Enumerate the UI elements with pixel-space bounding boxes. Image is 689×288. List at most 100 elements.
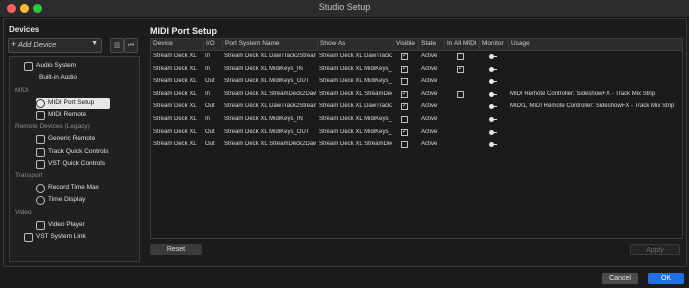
port-name-cell[interactable]: Stream Deck XL StreamDeck2DawTra bbox=[224, 141, 316, 147]
table-row[interactable]: Stream Deck XL In Stream Deck XL StreamDec… bbox=[151, 89, 682, 102]
monitor-icon[interactable] bbox=[489, 129, 497, 135]
column-header[interactable]: Visible bbox=[393, 40, 415, 50]
device-cell[interactable]: Stream Deck XL bbox=[153, 141, 203, 147]
column-header[interactable]: State bbox=[418, 40, 436, 50]
column-header[interactable]: Monitor bbox=[479, 40, 504, 50]
table-row[interactable]: Stream Deck XL In Stream Deck XL DawTrack2… bbox=[151, 51, 682, 64]
port-name-cell[interactable]: Stream Deck XL MidiKeys_IN bbox=[224, 66, 316, 72]
visible-checkbox[interactable]: ✓ bbox=[401, 53, 408, 60]
monitor-icon[interactable] bbox=[489, 142, 497, 148]
device-cell[interactable]: Stream Deck XL bbox=[153, 103, 203, 109]
monitor-icon[interactable] bbox=[489, 104, 497, 110]
io-cell[interactable]: In bbox=[205, 66, 221, 72]
tree-item[interactable]: Audio System bbox=[24, 61, 98, 72]
port-name-cell[interactable]: Stream Deck XL StreamDeck2DawTra bbox=[224, 91, 316, 97]
monitor-icon[interactable] bbox=[489, 79, 497, 85]
show-as-cell[interactable]: Stream Deck XL MidiKeys_OU bbox=[319, 129, 392, 135]
table-row[interactable]: Stream Deck XL Out Stream Deck XL StreamDe… bbox=[151, 139, 682, 152]
show-as-cell[interactable]: Stream Deck XL MidiKeys_IN bbox=[319, 116, 392, 122]
tree-item[interactable]: Built-in Audio bbox=[36, 73, 110, 84]
state-cell[interactable]: Active bbox=[421, 103, 443, 109]
apply-button[interactable]: Apply bbox=[630, 244, 680, 255]
port-name-cell[interactable]: Stream Deck XL DawTrack2StreamDe bbox=[224, 103, 316, 109]
visible-checkbox[interactable]: ✓ bbox=[401, 65, 408, 73]
monitor-icon[interactable] bbox=[489, 117, 497, 122]
trash-icon: ▥ bbox=[113, 42, 121, 49]
tree-item[interactable]: Generic Remote bbox=[36, 134, 110, 145]
show-as-cell[interactable]: Stream Deck XL StreamDeck bbox=[319, 91, 392, 97]
in-all-midi-checkbox[interactable] bbox=[457, 90, 464, 98]
port-name-cell[interactable]: Stream Deck XL MidiKeys_OUT bbox=[224, 129, 316, 135]
visible-checkbox[interactable] bbox=[401, 141, 408, 149]
show-as-cell[interactable]: Stream Deck XL StreamDeck bbox=[319, 141, 392, 147]
column-header[interactable]: Device bbox=[151, 40, 173, 50]
table-row[interactable]: Stream Deck XL Out Stream Deck XL MidiKeys… bbox=[151, 127, 682, 140]
table-row[interactable]: Stream Deck XL In Stream Deck XL MidiKeys_… bbox=[151, 114, 682, 127]
device-cell[interactable]: Stream Deck XL bbox=[153, 129, 203, 135]
remove-device-button[interactable]: ▥ bbox=[110, 38, 124, 53]
monitor-icon[interactable] bbox=[489, 54, 497, 59]
tree-item[interactable]: Video Player bbox=[36, 220, 110, 231]
ok-button[interactable]: OK bbox=[648, 273, 684, 284]
show-as-cell[interactable]: Stream Deck XL DawTrack2S bbox=[319, 103, 392, 109]
device-cell[interactable]: Stream Deck XL bbox=[153, 78, 203, 84]
state-cell[interactable]: Active bbox=[421, 66, 443, 72]
io-cell[interactable]: In bbox=[205, 91, 221, 97]
in-all-midi-checkbox[interactable] bbox=[457, 53, 464, 60]
tree-item[interactable]: MIDI Port Setup bbox=[36, 97, 110, 109]
monitor-icon[interactable] bbox=[489, 91, 497, 97]
devices-sidebar: Devices + Add Device ▼ ▥ ⏮ Audio System B… bbox=[4, 19, 143, 264]
cancel-button[interactable]: Cancel bbox=[602, 273, 638, 284]
visible-checkbox[interactable]: ✓ bbox=[401, 103, 408, 111]
tree-item[interactable]: VST System Link bbox=[24, 232, 98, 243]
io-cell[interactable]: Out bbox=[205, 129, 221, 135]
state-cell[interactable]: Active bbox=[421, 141, 443, 147]
port-name-cell[interactable]: Stream Deck XL MidiKeys_IN bbox=[224, 116, 316, 122]
device-tree: Audio System Built-in Audio MIDI MIDI Port … bbox=[9, 56, 140, 262]
state-cell[interactable]: Active bbox=[421, 91, 443, 97]
column-header[interactable]: In All MIDI bbox=[444, 40, 477, 50]
device-cell[interactable]: Stream Deck XL bbox=[153, 116, 203, 122]
state-cell[interactable]: Active bbox=[421, 116, 443, 122]
port-name-cell[interactable]: Stream Deck XL MidiKeys_OUT bbox=[224, 78, 316, 84]
in-all-midi-checkbox[interactable]: ✓ bbox=[457, 65, 464, 73]
show-as-cell[interactable]: Stream Deck XL MidiKeys_OU bbox=[319, 78, 392, 84]
io-cell[interactable]: Out bbox=[205, 141, 221, 147]
monitor-icon[interactable] bbox=[489, 66, 497, 72]
show-as-cell[interactable]: Stream Deck XL MidiKeys_IN bbox=[319, 66, 392, 72]
visible-checkbox[interactable]: ✓ bbox=[401, 128, 408, 136]
device-cell[interactable]: Stream Deck XL bbox=[153, 91, 203, 97]
tree-item[interactable]: Record Time Max bbox=[36, 183, 110, 194]
usage-cell[interactable]: MIDI Remote Controller: SideshowFX - Tra… bbox=[510, 91, 680, 97]
reset-button[interactable]: Reset bbox=[150, 244, 202, 255]
visible-checkbox[interactable] bbox=[401, 78, 408, 86]
device-cell[interactable]: Stream Deck XL bbox=[153, 53, 203, 59]
io-cell[interactable]: In bbox=[205, 53, 221, 59]
port-name-cell[interactable]: Stream Deck XL DawTrack2StreamDe bbox=[224, 53, 316, 59]
io-cell[interactable]: In bbox=[205, 116, 221, 122]
tree-item[interactable]: MIDI Remote bbox=[36, 110, 110, 121]
io-cell[interactable]: Out bbox=[205, 103, 221, 109]
state-cell[interactable]: Active bbox=[421, 129, 443, 135]
state-cell[interactable]: Active bbox=[421, 53, 443, 59]
table-row[interactable]: Stream Deck XL Out Stream Deck XL DawTrack… bbox=[151, 101, 682, 114]
column-header[interactable]: I/O bbox=[203, 40, 215, 50]
tree-item[interactable]: Track Quick Controls bbox=[36, 147, 110, 158]
tree-item[interactable]: Time Display bbox=[36, 195, 110, 206]
table-row[interactable]: Stream Deck XL Out Stream Deck XL MidiKeys… bbox=[151, 76, 682, 89]
tree-item-label: MIDI Port Setup bbox=[48, 98, 95, 106]
reset-device-button[interactable]: ⏮ bbox=[124, 38, 138, 53]
tree-item[interactable]: VST Quick Controls bbox=[36, 159, 110, 170]
usage-cell[interactable]: MIDI1, MIDI Remote Controller: SideshowF… bbox=[510, 103, 680, 109]
column-header[interactable]: Port System Name bbox=[222, 40, 280, 50]
device-cell[interactable]: Stream Deck XL bbox=[153, 66, 203, 72]
visible-checkbox[interactable]: ✓ bbox=[401, 90, 408, 98]
table-row[interactable]: Stream Deck XL In Stream Deck XL MidiKeys_… bbox=[151, 64, 682, 77]
state-cell[interactable]: Active bbox=[421, 78, 443, 84]
visible-checkbox[interactable] bbox=[401, 116, 408, 123]
io-cell[interactable]: Out bbox=[205, 78, 221, 84]
column-header[interactable]: Show As bbox=[317, 40, 345, 50]
add-device-dropdown[interactable]: + Add Device ▼ bbox=[8, 38, 102, 53]
show-as-cell[interactable]: Stream Deck XL DawTrack2S bbox=[319, 53, 392, 59]
column-header[interactable]: Usage bbox=[508, 40, 530, 50]
